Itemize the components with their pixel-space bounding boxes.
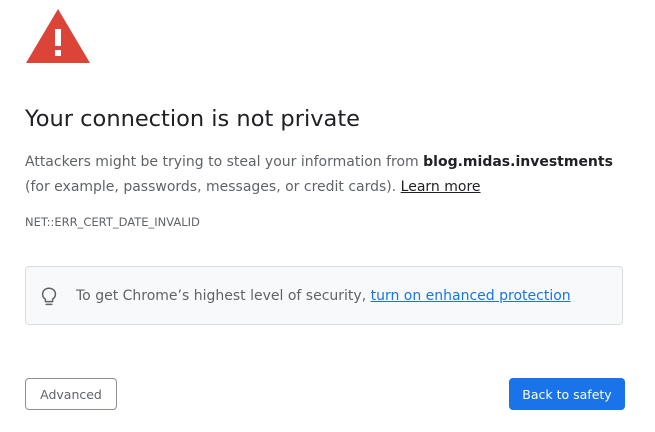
message-detail: (for example, passwords, messages, or cr… — [25, 179, 401, 195]
advanced-button[interactable]: Advanced — [25, 378, 117, 410]
warning-triangle-icon — [26, 9, 90, 63]
lightbulb-icon — [41, 287, 57, 306]
security-interstitial-page: Your connection is not private Attackers… — [0, 0, 655, 432]
promo-message: To get Chrome’s highest level of securit… — [76, 285, 571, 307]
domain-name: blog.midas.investments — [423, 154, 613, 170]
promo-text: To get Chrome’s highest level of securit… — [76, 288, 371, 304]
back-to-safety-button[interactable]: Back to safety — [509, 378, 625, 410]
learn-more-link[interactable]: Learn more — [401, 179, 481, 195]
enhanced-protection-promo: To get Chrome’s highest level of securit… — [25, 266, 623, 325]
error-code: NET::ERR_CERT_DATE_INVALID — [25, 215, 200, 229]
enhanced-protection-link[interactable]: turn on enhanced protection — [371, 288, 571, 304]
page-title: Your connection is not private — [25, 106, 360, 132]
main-message: Attackers might be trying to steal your … — [25, 150, 625, 200]
message-intro: Attackers might be trying to steal your … — [25, 154, 424, 170]
